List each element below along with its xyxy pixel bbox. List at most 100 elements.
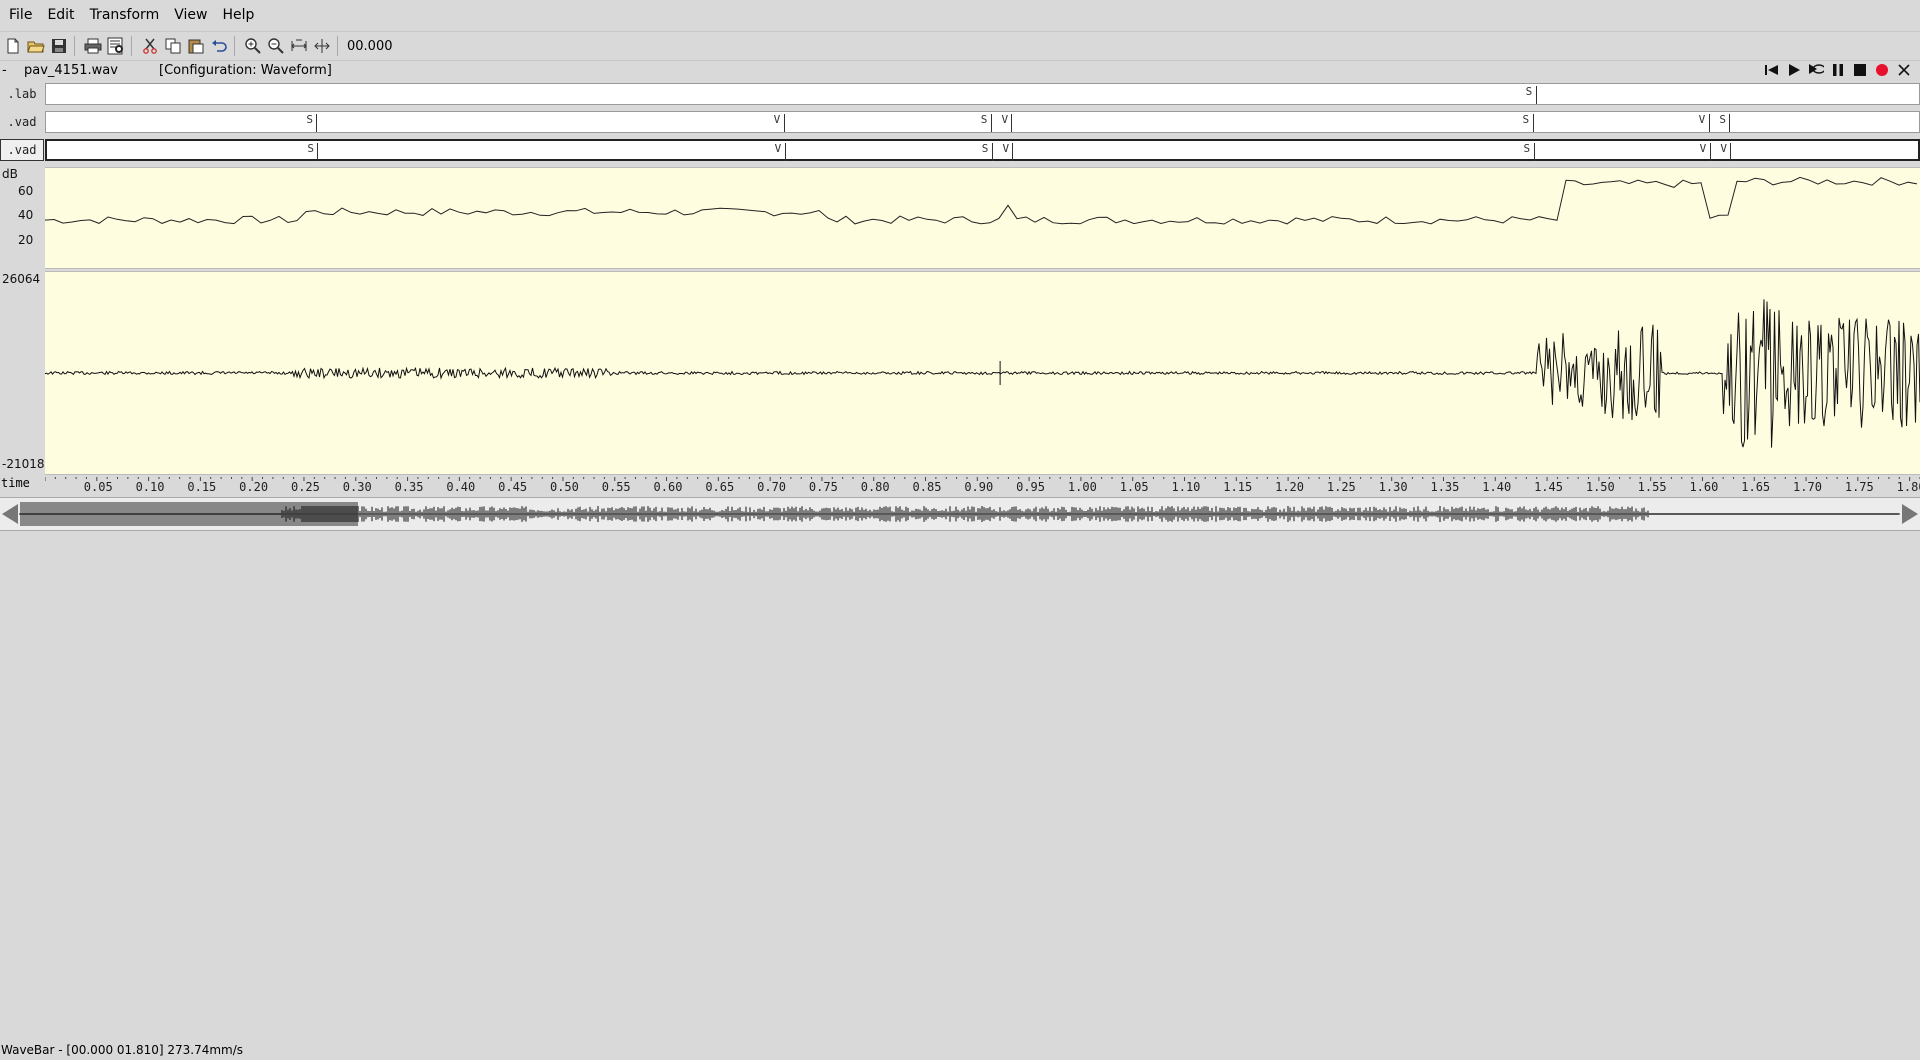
- energy-tick-20: 20: [18, 233, 34, 247]
- time-tick-label: 1.30: [1379, 480, 1408, 494]
- tier-boundary[interactable]: [1012, 143, 1014, 161]
- time-tick-label: 0.45: [498, 480, 527, 494]
- print-icon[interactable]: [83, 36, 103, 56]
- play-icon[interactable]: [1786, 62, 1802, 78]
- menu-bar: File Edit Transform View Help: [0, 0, 1920, 30]
- scroll-left-arrow-icon: [2, 504, 18, 524]
- tier-boundary[interactable]: [1730, 143, 1732, 161]
- time-tick-label: 1.00: [1068, 480, 1097, 494]
- menu-file[interactable]: File: [0, 7, 38, 23]
- menu-edit[interactable]: Edit: [38, 7, 80, 23]
- time-tick-label: 0.35: [395, 480, 424, 494]
- tier-boundary-label: V: [1002, 142, 1010, 155]
- tier-boundary-label: S: [306, 113, 313, 126]
- toolbar: 00.000: [0, 31, 1920, 61]
- tier-label-lab[interactable]: .lab: [0, 83, 44, 105]
- tier-lab[interactable]: S: [45, 83, 1920, 105]
- time-tick-label: 1.20: [1275, 480, 1304, 494]
- tier-boundary-label: S: [1525, 85, 1533, 98]
- save-icon[interactable]: [49, 36, 69, 56]
- tier-vad[interactable]: SVSVSVS: [45, 111, 1920, 133]
- close-icon[interactable]: [1896, 62, 1912, 78]
- energy-panel[interactable]: [39, 167, 1920, 269]
- waveform-panel[interactable]: [44, 271, 1920, 475]
- menu-transform[interactable]: Transform: [81, 7, 166, 23]
- pause-icon[interactable]: [1830, 62, 1846, 78]
- copy-icon[interactable]: [163, 36, 183, 56]
- toolbar-separator: [131, 36, 132, 56]
- tier-boundary[interactable]: [991, 143, 993, 161]
- time-tick-label: 0.55: [602, 480, 631, 494]
- tier-boundary[interactable]: [1535, 86, 1537, 104]
- tier-boundary-label: S: [981, 142, 989, 155]
- waveform-min-label: -21018: [2, 457, 45, 471]
- zoom-fit-icon[interactable]: [289, 36, 309, 56]
- tier-boundary-label: V: [774, 142, 782, 155]
- tier-boundary-label: V: [1720, 142, 1727, 155]
- zoom-in-icon[interactable]: [243, 36, 263, 56]
- time-tick-label: 1.35: [1430, 480, 1459, 494]
- skip-to-start-icon[interactable]: [1764, 62, 1780, 78]
- tier-boundary-label: S: [307, 142, 314, 155]
- time-tick-label: 0.05: [84, 480, 113, 494]
- time-tick-label: 1.80: [1897, 480, 1920, 494]
- cursor-time-readout: 00.000: [347, 38, 393, 54]
- time-tick-label: 0.40: [446, 480, 475, 494]
- time-tick-label: 1.25: [1327, 480, 1356, 494]
- file-info-bar: - pav_4151.wav [Configuration: Waveform]: [0, 60, 1920, 80]
- stop-icon[interactable]: [1852, 62, 1868, 78]
- tier-boundary-label: S: [980, 113, 988, 126]
- time-tick-label: 0.85: [913, 480, 942, 494]
- time-tick-label: 1.40: [1482, 480, 1511, 494]
- tier-boundary-label: S: [1522, 113, 1530, 126]
- toolbar-separator: [337, 36, 338, 56]
- configuration-label: [Configuration: Waveform]: [159, 62, 332, 78]
- time-tick-label: 1.10: [1172, 480, 1201, 494]
- menu-view[interactable]: View: [165, 7, 213, 23]
- loop-play-icon[interactable]: [1808, 62, 1824, 78]
- wave-overview-bar[interactable]: [0, 497, 1920, 531]
- tier-boundary[interactable]: [1533, 143, 1535, 161]
- toolbar-separator: [74, 36, 75, 56]
- zoom-out-icon[interactable]: [266, 36, 286, 56]
- tier-boundary[interactable]: [784, 143, 786, 161]
- time-tick-label: 1.75: [1845, 480, 1874, 494]
- paste-icon[interactable]: [186, 36, 206, 56]
- tier-vad-active[interactable]: SVSVSVV: [45, 139, 1920, 161]
- transport-controls: [1764, 60, 1912, 80]
- tier-boundary[interactable]: [990, 114, 992, 132]
- energy-unit-label: dB: [2, 167, 18, 181]
- time-tick-label: 1.45: [1534, 480, 1563, 494]
- tier-label-vad[interactable]: .vad: [0, 111, 44, 133]
- time-tick-label: 0.20: [239, 480, 268, 494]
- tier-boundary[interactable]: [1729, 114, 1731, 132]
- print-preview-icon[interactable]: [106, 36, 126, 56]
- scroll-right-arrow-icon: [1902, 504, 1918, 524]
- time-tick-label: 0.65: [705, 480, 734, 494]
- tier-label-vad-active[interactable]: .vad: [0, 139, 44, 161]
- new-file-icon[interactable]: [3, 36, 23, 56]
- waveform-signal: [44, 299, 1920, 448]
- energy-line: [44, 176, 1918, 225]
- tier-boundary[interactable]: [1011, 114, 1013, 132]
- time-tick-label: 1.55: [1638, 480, 1667, 494]
- tier-boundary[interactable]: [316, 114, 318, 132]
- record-icon[interactable]: [1874, 62, 1890, 78]
- tier-boundary[interactable]: [1708, 114, 1710, 132]
- time-tick-label: 0.70: [757, 480, 786, 494]
- tier-boundary[interactable]: [317, 143, 319, 161]
- tier-boundary-label: V: [1698, 113, 1706, 126]
- tier-boundary[interactable]: [1532, 114, 1534, 132]
- zoom-selection-icon[interactable]: [312, 36, 332, 56]
- tier-boundary-label: V: [1699, 142, 1707, 155]
- open-folder-icon[interactable]: [26, 36, 46, 56]
- menu-help[interactable]: Help: [213, 7, 260, 23]
- tier-boundary[interactable]: [783, 114, 785, 132]
- time-tick-label: 0.80: [861, 480, 890, 494]
- tier-boundary[interactable]: [1709, 143, 1711, 161]
- time-tick-label: 0.50: [550, 480, 579, 494]
- cut-icon[interactable]: [140, 36, 160, 56]
- undo-icon[interactable]: [209, 36, 229, 56]
- time-tick-label: 0.15: [187, 480, 216, 494]
- time-axis: 0.05 0.10 0.15 0.20 0.25 0.30 0.35 0.40 0.45 0.50…: [44, 476, 1920, 494]
